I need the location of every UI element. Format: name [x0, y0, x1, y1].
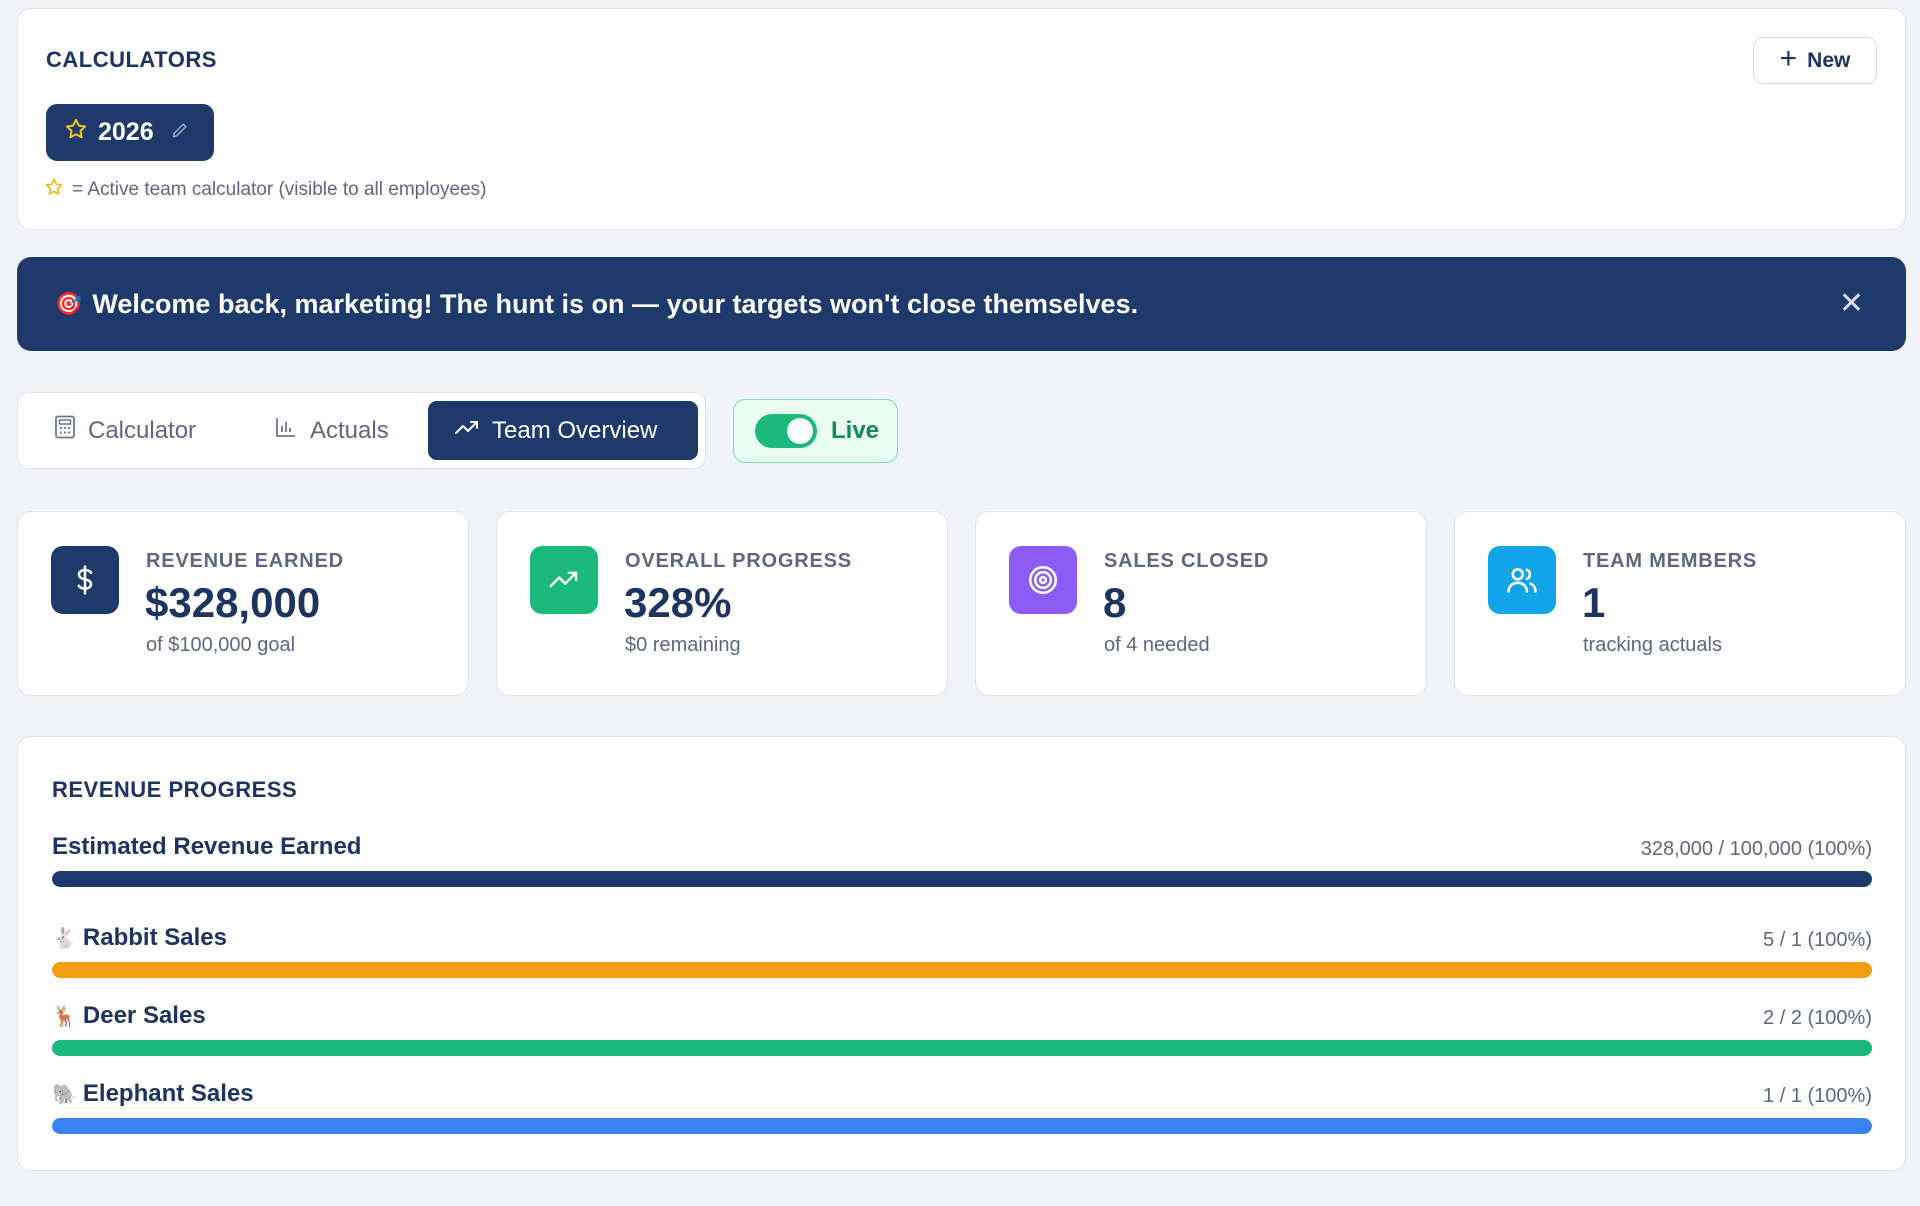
dollar-icon	[51, 546, 119, 614]
elephant-icon: 🐘	[52, 1084, 77, 1106]
stat-subtext: tracking actuals	[1583, 634, 1722, 656]
progress-value: 2 / 2 (100%)	[1763, 1007, 1872, 1029]
progress-row-deer: 🦌 Deer Sales 2 / 2 (100%)	[52, 1000, 1872, 1056]
tab-calculator[interactable]: Calculator	[28, 401, 222, 460]
revenue-progress-title: REVENUE PROGRESS	[52, 777, 298, 802]
progress-bar-fill	[52, 871, 1872, 887]
stat-value: 8	[1103, 579, 1127, 626]
live-toggle[interactable]: Live	[733, 399, 898, 463]
progress-bar	[52, 1040, 1872, 1056]
users-icon	[1488, 546, 1556, 614]
progress-bar-fill	[52, 1118, 1872, 1134]
stat-subtext: of $100,000 goal	[146, 634, 296, 656]
revenue-progress-card: REVENUE PROGRESS Estimated Revenue Earne…	[17, 736, 1906, 1171]
progress-bar-fill	[52, 1040, 1872, 1056]
active-calculator-legend: = Active team calculator (visible to all…	[44, 177, 486, 203]
progress-name: Elephant Sales	[82, 1080, 254, 1107]
calculator-icon	[54, 415, 76, 446]
stat-value: 328%	[624, 579, 732, 626]
tab-team-overview[interactable]: Team Overview	[428, 401, 698, 460]
progress-name: Rabbit Sales	[82, 924, 227, 951]
legend-text: = Active team calculator (visible to all…	[72, 179, 487, 200]
edit-pencil-icon[interactable]	[170, 118, 190, 147]
target-icon	[1009, 546, 1077, 614]
tab-calculator-label: Calculator	[88, 416, 197, 444]
stat-label: SALES CLOSED	[1104, 550, 1270, 572]
star-icon	[64, 117, 88, 148]
calculators-title: CALCULATORS	[46, 47, 217, 72]
tab-actuals[interactable]: Actuals	[248, 401, 415, 460]
progress-name: Estimated Revenue Earned	[52, 833, 362, 860]
switch-knob	[787, 418, 813, 444]
trending-up-icon	[530, 546, 598, 614]
progress-bar	[52, 962, 1872, 978]
star-icon	[44, 177, 64, 203]
tab-team-overview-label: Team Overview	[492, 416, 658, 444]
stat-label: OVERALL PROGRESS	[625, 550, 852, 572]
view-tabs: Calculator Actuals Team Overview	[17, 392, 706, 469]
live-switch[interactable]	[755, 414, 817, 448]
progress-value: 1 / 1 (100%)	[1763, 1085, 1872, 1107]
welcome-message: Welcome back, marketing! The hunt is on …	[92, 288, 1139, 319]
progress-bar	[52, 1118, 1872, 1134]
close-icon[interactable]: ✕	[1839, 289, 1864, 319]
bar-chart-icon	[274, 415, 298, 446]
welcome-banner: 🎯 Welcome back, marketing! The hunt is o…	[17, 257, 1906, 351]
progress-bar-fill	[52, 962, 1872, 978]
stat-card-progress: OVERALL PROGRESS 328% $0 remaining	[496, 511, 948, 696]
progress-value: 328,000 / 100,000 (100%)	[1640, 838, 1872, 860]
stat-card-revenue: REVENUE EARNED $328,000 of $100,000 goal	[17, 511, 469, 696]
trending-up-icon	[454, 417, 480, 445]
target-emoji-icon: 🎯	[55, 291, 83, 316]
progress-bar	[52, 871, 1872, 887]
calculators-card: CALCULATORS + New 2026 = Active team cal…	[17, 8, 1906, 230]
calculator-pill-active[interactable]: 2026	[46, 104, 214, 161]
stat-label: TEAM MEMBERS	[1583, 550, 1758, 572]
progress-value: 5 / 1 (100%)	[1763, 929, 1872, 951]
tab-actuals-label: Actuals	[310, 416, 389, 444]
stat-subtext: of 4 needed	[1104, 634, 1210, 656]
progress-name: Deer Sales	[82, 1002, 206, 1029]
progress-row-elephant: 🐘 Elephant Sales 1 / 1 (100%)	[52, 1078, 1872, 1134]
stat-label: REVENUE EARNED	[146, 550, 344, 572]
progress-row-rabbit: 🐇 Rabbit Sales 5 / 1 (100%)	[52, 922, 1872, 978]
stat-subtext: $0 remaining	[625, 634, 741, 656]
plus-icon: +	[1779, 42, 1798, 75]
deer-icon: 🦌	[52, 1006, 77, 1028]
new-button-label: New	[1807, 48, 1851, 72]
stat-value: 1	[1582, 579, 1606, 626]
new-calculator-button[interactable]: + New	[1753, 37, 1877, 84]
live-label: Live	[831, 417, 880, 444]
stat-card-sales: SALES CLOSED 8 of 4 needed	[975, 511, 1427, 696]
progress-row-revenue: Estimated Revenue Earned 328,000 / 100,0…	[52, 831, 1872, 887]
stat-card-team: TEAM MEMBERS 1 tracking actuals	[1454, 511, 1906, 696]
calculator-year: 2026	[98, 118, 154, 146]
rabbit-icon: 🐇	[52, 928, 77, 950]
stat-value: $328,000	[145, 579, 321, 626]
